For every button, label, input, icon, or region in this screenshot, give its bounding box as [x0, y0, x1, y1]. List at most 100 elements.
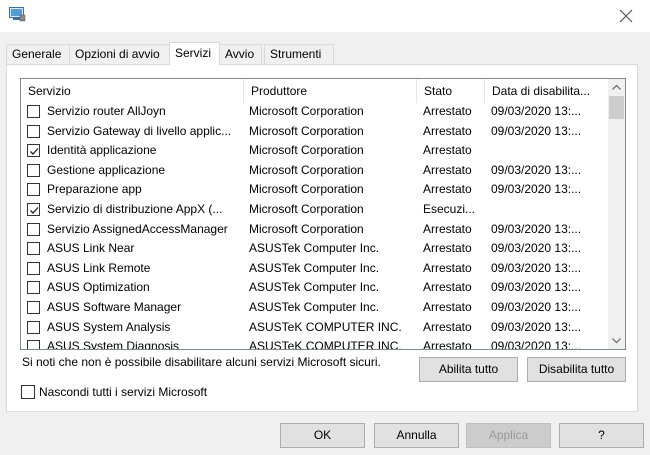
service-manufacturer: ASUSTek Computer Inc. — [249, 280, 380, 295]
service-row[interactable]: Servizio di distribuzione AppX (... Micro… — [21, 200, 604, 220]
tab-opzioni-di-avvio[interactable]: Opzioni di avvio — [69, 44, 171, 64]
service-name: ASUS Optimization — [47, 280, 150, 295]
service-disable-date: 09/03/2020 13:... — [491, 162, 582, 177]
service-disable-date: 09/03/2020 13:... — [491, 182, 582, 197]
cancel-button[interactable]: Annulla — [374, 423, 459, 448]
service-checkbox[interactable] — [27, 340, 40, 349]
service-row[interactable]: ASUS Optimization ASUSTek Computer Inc. Ar… — [21, 278, 604, 298]
service-disable-date — [491, 200, 601, 220]
checkmark-icon — [30, 148, 39, 156]
service-checkbox[interactable] — [27, 203, 40, 216]
service-disable-date: 09/03/2020 13:... — [491, 300, 582, 314]
service-row[interactable]: ASUS System Analysis ASUSTeK COMPUTER INC… — [21, 318, 604, 338]
service-state: Arrestato — [423, 143, 472, 158]
vertical-scrollbar[interactable] — [608, 79, 625, 349]
service-disable-date: 09/03/2020 13:... — [491, 260, 582, 275]
service-state: Arrestato — [423, 123, 472, 138]
tab-strumenti[interactable]: Strumenti — [264, 44, 334, 64]
service-checkbox[interactable] — [27, 105, 40, 118]
service-state: Arrestato — [423, 260, 472, 275]
service-checkbox[interactable] — [27, 183, 40, 197]
service-row[interactable]: ASUS Link Remote ASUSTek Computer Inc. Arr… — [21, 259, 604, 279]
service-state: Arrestato — [423, 280, 472, 295]
service-name: ASUS System Diagnosis — [47, 339, 180, 350]
close-icon[interactable] — [616, 6, 636, 26]
service-manufacturer: ASUSTeK COMPUTER INC. — [249, 319, 402, 334]
service-checkbox[interactable] — [27, 163, 40, 177]
service-state: Arrestato — [423, 300, 472, 314]
service-row[interactable]: Servizio Gateway di livello applic... Mic… — [21, 122, 604, 142]
service-name: ASUS Software Manager — [47, 300, 182, 314]
service-state: Arrestato — [423, 339, 472, 350]
tab-servizi[interactable]: Servizi — [169, 42, 220, 65]
service-row[interactable]: Servizio AssignedAccessManager Microsoft … — [21, 220, 604, 240]
ok-button[interactable]: OK — [280, 423, 365, 448]
service-row[interactable]: Preparazione app Microsoft Corporation Arr… — [21, 180, 604, 200]
service-checkbox[interactable] — [27, 261, 40, 275]
service-name: Servizio di distribuzione AppX (... — [47, 202, 223, 216]
service-manufacturer: Microsoft Corporation — [249, 143, 364, 158]
service-row[interactable]: Gestione applicazione Microsoft Corporati… — [21, 161, 604, 181]
column-header-data-disabilitazione[interactable]: Data di disabilita... — [485, 79, 604, 103]
column-header-stato[interactable]: Stato — [417, 79, 485, 103]
service-manufacturer: Microsoft Corporation — [249, 123, 364, 138]
service-checkbox[interactable] — [27, 301, 40, 314]
service-checkbox[interactable] — [27, 242, 40, 256]
title-bar — [0, 0, 650, 32]
service-disable-date: 09/03/2020 13:... — [491, 123, 582, 138]
service-manufacturer: Microsoft Corporation — [249, 202, 364, 216]
service-row[interactable]: Identità applicazione Microsoft Corporati… — [21, 141, 604, 161]
service-row[interactable]: Servizio router AllJoyn Microsoft Corpora… — [21, 102, 604, 122]
service-name: Preparazione app — [47, 182, 142, 197]
service-state: Arrestato — [423, 162, 472, 177]
services-list[interactable]: Servizio Produttore Stato Data di disabi… — [20, 78, 626, 350]
service-name: ASUS Link Near — [47, 241, 135, 256]
service-checkbox[interactable] — [27, 222, 40, 236]
service-name: Servizio AssignedAccessManager — [47, 221, 228, 236]
help-button[interactable]: ? — [559, 423, 644, 448]
service-row[interactable]: ASUS Link Near ASUSTek Computer Inc. Arres… — [21, 239, 604, 259]
service-manufacturer: Microsoft Corporation — [249, 221, 364, 236]
service-manufacturer: ASUSTeK COMPUTER INC. — [249, 339, 402, 350]
service-row[interactable]: ASUS System Diagnosis ASUSTeK COMPUTER IN… — [21, 337, 604, 350]
scroll-down-icon[interactable] — [608, 332, 625, 349]
service-checkbox[interactable] — [27, 281, 40, 295]
disable-all-button[interactable]: Disabilita tutto — [527, 357, 626, 382]
service-manufacturer: Microsoft Corporation — [249, 104, 364, 118]
service-manufacturer: ASUSTek Computer Inc. — [249, 260, 380, 275]
service-state: Arrestato — [423, 319, 472, 334]
service-name: Gestione applicazione — [47, 162, 166, 177]
service-row[interactable]: ASUS Software Manager ASUSTek Computer In… — [21, 298, 604, 318]
service-name: Servizio Gateway di livello applic... — [47, 123, 232, 138]
service-name: Servizio router AllJoyn — [47, 104, 166, 118]
column-header-servizio[interactable]: Servizio — [21, 79, 244, 103]
service-checkbox[interactable] — [27, 124, 40, 138]
hide-microsoft-services-label: Nascondi tutti i servizi Microsoft — [39, 385, 208, 399]
service-disable-date — [491, 141, 601, 161]
column-header-produttore[interactable]: Produttore — [244, 79, 417, 103]
service-checkbox[interactable] — [27, 320, 40, 334]
enable-all-button[interactable]: Abilita tutto — [419, 357, 518, 382]
service-checkbox[interactable] — [27, 144, 40, 158]
service-disable-date: 09/03/2020 13:... — [491, 104, 582, 118]
service-manufacturer: Microsoft Corporation — [249, 162, 364, 177]
service-name: ASUS Link Remote — [47, 260, 151, 275]
msconfig-icon — [9, 7, 26, 22]
service-disable-date: 09/03/2020 13:... — [491, 241, 582, 256]
service-manufacturer: ASUSTek Computer Inc. — [249, 241, 380, 256]
service-state: Esecuzi... — [423, 202, 476, 216]
scroll-up-icon[interactable] — [608, 79, 625, 96]
tab-generale[interactable]: Generale — [6, 44, 70, 64]
list-header: Servizio Produttore Stato Data di disabi… — [21, 79, 604, 103]
microsoft-services-note: Si noti che non è possibile disabilitare… — [22, 355, 381, 369]
apply-button[interactable]: Applica — [466, 423, 551, 448]
tab-avvio[interactable]: Avvio — [219, 44, 262, 64]
service-state: Arrestato — [423, 241, 472, 256]
service-name: ASUS System Analysis — [47, 319, 171, 334]
scroll-thumb[interactable] — [609, 96, 624, 119]
service-state: Arrestato — [423, 221, 472, 236]
service-state: Arrestato — [423, 182, 472, 197]
service-disable-date: 09/03/2020 13:... — [491, 339, 582, 350]
service-disable-date: 09/03/2020 13:... — [491, 280, 582, 295]
hide-microsoft-services-checkbox[interactable] — [21, 385, 35, 399]
